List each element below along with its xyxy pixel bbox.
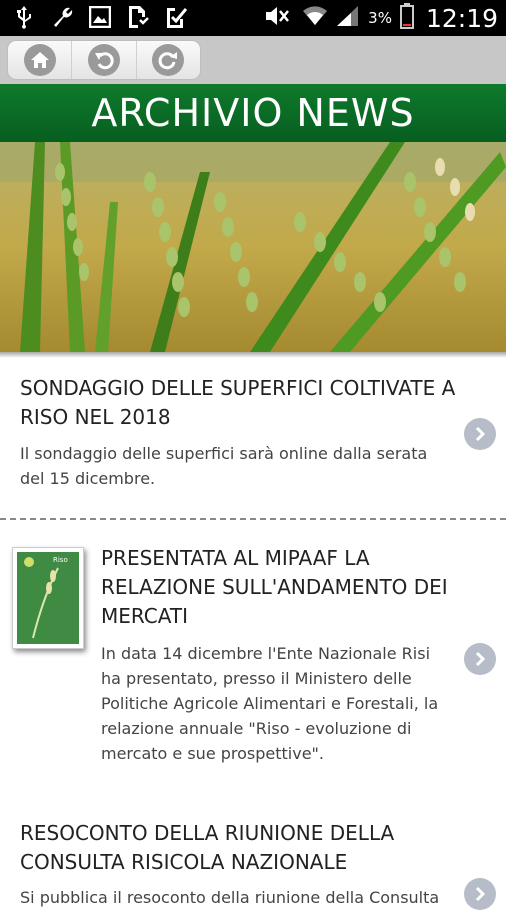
news-description: Il sondaggio delle superfici sarà online…: [20, 444, 428, 488]
news-description: In data 14 dicembre l'Ente Nazionale Ris…: [101, 644, 439, 763]
back-button[interactable]: [72, 41, 137, 79]
thumbnail-label: Riso: [53, 556, 68, 564]
home-button[interactable]: [8, 41, 73, 79]
clock: 12:19: [425, 3, 498, 33]
clipboard-check-icon: [164, 4, 188, 30]
refresh-button[interactable]: [137, 41, 200, 79]
battery-percent: 3%: [368, 9, 392, 27]
news-title: RESOCONTO DELLA RIUNIONE DELLA CONSULTA …: [20, 821, 395, 874]
usb-icon: [12, 4, 36, 30]
status-bar: 3% 12:19: [0, 0, 506, 36]
signal-icon: [336, 5, 360, 31]
news-thumbnail: Riso: [12, 547, 84, 649]
divider: [0, 518, 506, 520]
home-icon: [23, 44, 56, 76]
chevron-right-icon[interactable]: [464, 418, 496, 450]
wifi-icon: [302, 5, 328, 31]
chevron-right-icon[interactable]: [464, 878, 496, 910]
page-header: ARCHIVIO NEWS: [0, 84, 506, 142]
refresh-icon: [152, 44, 185, 76]
navigation-toolbar: [0, 36, 506, 84]
banner-shadow: [0, 352, 506, 358]
page-title: ARCHIVIO NEWS: [91, 91, 415, 135]
rice-field-banner-image: [0, 142, 506, 352]
nav-button-group: [7, 40, 201, 80]
battery-icon: [399, 3, 414, 33]
wrench-icon: [50, 4, 74, 30]
news-title: PRESENTATA AL MIPAAF LA RELAZIONE SULL'A…: [101, 546, 448, 628]
image-icon: [88, 4, 112, 30]
undo-icon: [87, 44, 120, 76]
chevron-right-icon[interactable]: [464, 643, 496, 675]
mute-icon: [264, 5, 294, 31]
news-description: Si pubblica il resoconto della riunione …: [20, 888, 440, 907]
file-check-icon: [126, 4, 150, 30]
news-title: SONDAGGIO DELLE SUPERFICI COLTIVATE A RI…: [20, 376, 456, 429]
